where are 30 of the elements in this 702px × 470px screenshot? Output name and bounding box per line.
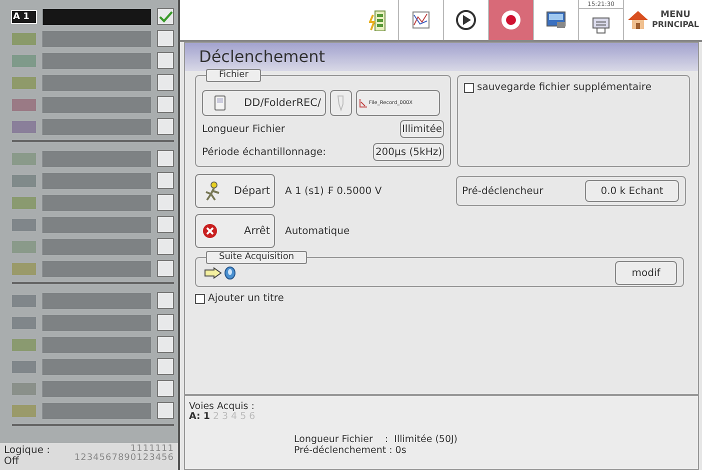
logic-state[interactable]: Off bbox=[4, 456, 50, 467]
channels-label: Voies Acquis : bbox=[189, 402, 256, 412]
channel-label[interactable]: A 1 bbox=[12, 10, 36, 22]
logic-channel-numbers: 1234567890123456 bbox=[74, 454, 174, 463]
field-label: Pré-déclencheur bbox=[462, 186, 544, 196]
folder-button[interactable]: DD/FolderREC/ bbox=[202, 90, 326, 116]
sampling-period-field[interactable]: 200µs (5kHz) bbox=[373, 143, 444, 161]
logic-channel-tens: 1111111 bbox=[130, 445, 174, 454]
main-menu-button[interactable]: MENU PRINCIPAL bbox=[623, 0, 702, 40]
logic-label: Logique : bbox=[4, 445, 50, 456]
dialog-title: Déclenchement bbox=[199, 47, 326, 66]
pretrigger-field[interactable]: 0.0 k Echant bbox=[585, 180, 679, 202]
channel-prefix: A: bbox=[189, 412, 200, 422]
channel-number: 1 bbox=[203, 412, 210, 422]
field-label: Longueur Fichier bbox=[202, 124, 285, 134]
trigger-condition: A 1 (s1) ₣ 0.5000 V bbox=[285, 186, 383, 196]
menu-label: PRINCIPAL bbox=[652, 20, 699, 30]
group-legend: Fichier bbox=[206, 69, 262, 82]
modify-button[interactable]: modif bbox=[615, 261, 677, 285]
file-length-field[interactable]: Illimitée bbox=[400, 120, 444, 138]
summary-line: Pré-déclenchement : 0s bbox=[294, 445, 408, 456]
summary-line: Longueur Fichier : Illimitée (50J) bbox=[294, 434, 459, 445]
group-legend: Suite Acquisition bbox=[206, 251, 308, 264]
field-label: Période échantillonnage: bbox=[202, 146, 326, 158]
stop-condition: Automatique bbox=[285, 226, 351, 236]
stop-button[interactable]: Arrêt bbox=[195, 214, 275, 248]
start-button[interactable]: Départ bbox=[195, 174, 275, 208]
menu-label: MENU bbox=[660, 10, 690, 20]
checkbox-label: sauvegarde fichier supplémentaire bbox=[477, 82, 652, 93]
checkbox-label: Ajouter un titre bbox=[208, 293, 284, 304]
